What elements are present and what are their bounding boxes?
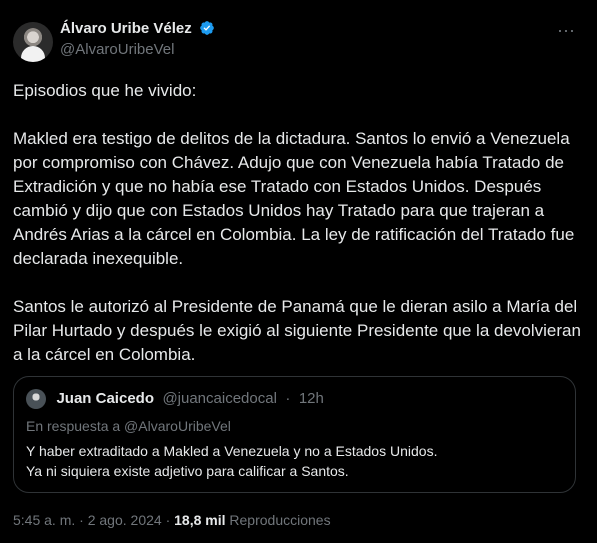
post-meta: 5:45 a. m. · 2 ago. 2024 · 18,8 mil Repr…	[13, 510, 331, 530]
quoted-text: Y haber extraditado a Makled a Venezuela…	[26, 443, 438, 479]
author-info: Álvaro Uribe Vélez @AlvaroUribeVel	[60, 19, 320, 60]
author-handle[interactable]: @AlvaroUribeVel	[60, 40, 320, 60]
post-date[interactable]: 2 ago. 2024	[88, 512, 162, 528]
views-label[interactable]: Reproducciones	[229, 512, 330, 528]
quoted-display-name[interactable]: Juan Caicedo	[56, 390, 154, 407]
meta-separator: ·	[165, 512, 171, 528]
post-card: Álvaro Uribe Vélez @AlvaroUribeVel ··· E…	[0, 0, 597, 543]
quoted-handle[interactable]: @juancaicedocal	[162, 390, 276, 407]
quoted-post[interactable]: Juan Caicedo @juancaicedocal · 12h En re…	[13, 376, 576, 493]
views-count[interactable]: 18,8 mil	[174, 512, 225, 528]
verified-badge-icon	[199, 20, 215, 36]
post-header: Álvaro Uribe Vélez @AlvaroUribeVel ···	[13, 19, 583, 63]
author-avatar[interactable]	[13, 22, 53, 62]
quoted-avatar[interactable]	[26, 389, 46, 409]
post-text: Episodios que he vivido: Makled era test…	[13, 81, 581, 364]
quoted-time[interactable]: 12h	[299, 390, 324, 407]
meta-separator: ·	[79, 512, 84, 528]
author-display-name[interactable]: Álvaro Uribe Vélez	[60, 19, 192, 39]
more-options-icon[interactable]: ···	[556, 20, 576, 40]
post-time[interactable]: 5:45 a. m.	[13, 512, 75, 528]
quoted-reply-to: En respuesta a @AlvaroUribeVel	[26, 418, 231, 434]
quoted-separator: ·	[285, 390, 291, 407]
quoted-post-header: Juan Caicedo @juancaicedocal · 12h	[26, 389, 563, 409]
